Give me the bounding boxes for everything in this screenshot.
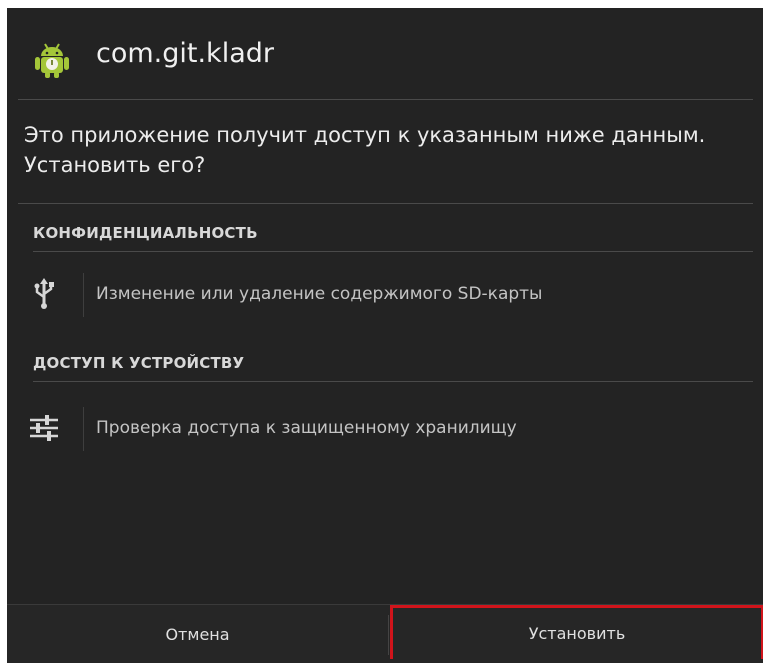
description-divider bbox=[18, 203, 753, 204]
permission-item-sd-card[interactable]: Изменение или удаление содержимого SD-ка… bbox=[7, 267, 763, 325]
section-privacy-divider bbox=[33, 251, 753, 252]
permission-separator bbox=[83, 273, 84, 317]
cancel-button[interactable]: Отмена bbox=[7, 605, 388, 663]
android-robot-icon bbox=[35, 43, 69, 78]
header-divider bbox=[18, 99, 753, 100]
usb-icon bbox=[34, 278, 54, 309]
app-title: com.git.kladr bbox=[96, 38, 274, 69]
permission-separator bbox=[83, 407, 84, 451]
section-device-divider bbox=[33, 381, 753, 382]
section-header-device-access: ДОСТУП К УСТРОЙСТВУ bbox=[33, 354, 245, 372]
permission-label: Проверка доступа к защищенному хранилищу bbox=[96, 418, 517, 438]
button-separator bbox=[388, 615, 389, 655]
app-header: com.git.kladr bbox=[7, 8, 763, 98]
permission-item-protected-storage[interactable]: Проверка доступа к защищенному хранилищу bbox=[7, 401, 763, 459]
settings-sliders-icon bbox=[30, 415, 58, 441]
section-header-privacy: КОНФИДЕНЦИАЛЬНОСТЬ bbox=[33, 224, 258, 242]
install-dialog: com.git.kladr Это приложение получит дос… bbox=[7, 8, 763, 663]
button-bar: Отмена Установить bbox=[7, 604, 763, 663]
install-prompt: Это приложение получит доступ к указанны… bbox=[24, 123, 706, 177]
permission-label: Изменение или удаление содержимого SD-ка… bbox=[96, 284, 543, 304]
install-button[interactable]: Установить bbox=[390, 605, 763, 659]
